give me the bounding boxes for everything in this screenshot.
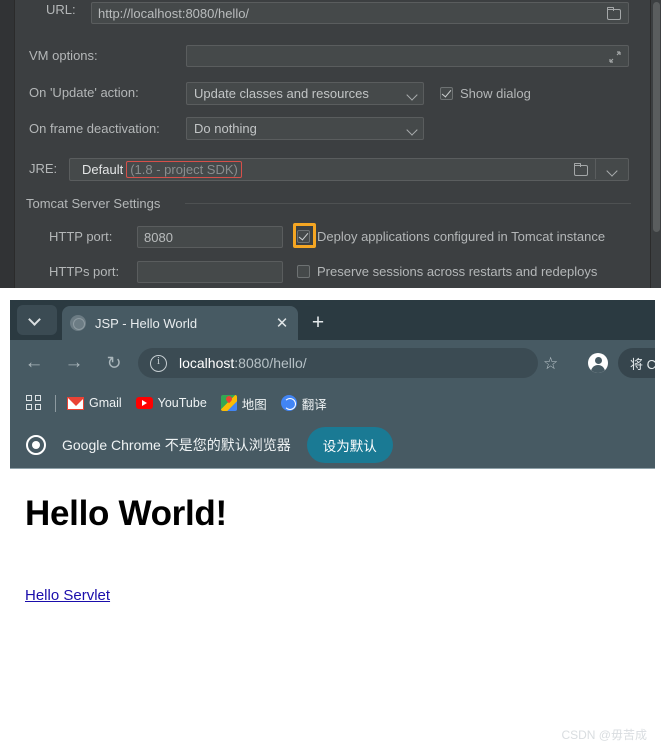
jre-row: JRE: [29,161,57,176]
csdn-watermark: CSDN @毋苦成 [561,728,647,742]
browser-toolbar: ← → ↻ localhost :8080/hello/ ☆ 将 Ch [10,340,655,385]
checkbox-box[interactable] [297,230,310,243]
group-divider-line [185,203,631,204]
chrome-browser-window: JSP - Hello World ✕ + ← → ↻ localhost :8… [10,300,655,750]
bookmark-youtube[interactable]: YouTube [135,396,207,410]
google-translate-icon [280,395,297,411]
https-port-input[interactable] [137,261,283,283]
bookmarks-bar: Gmail YouTube 地图 翻译 [10,385,655,421]
omnibox-path: :8080/hello/ [234,355,307,371]
set-default-pill[interactable]: 将 Ch [618,348,655,378]
frame-deactivation-row: On frame deactivation: [29,121,160,136]
default-browser-infobar: Google Chrome 不是您的默认浏览器 设为默认 [10,421,655,468]
bookmark-label: 地图 [241,397,267,412]
infobar-message: Google Chrome 不是您的默认浏览器 [62,436,291,453]
jre-divider [595,158,596,179]
google-maps-icon [220,395,237,411]
preserve-sessions-checkbox[interactable]: Preserve sessions across restarts and re… [297,264,597,279]
update-action-row: On 'Update' action: [29,85,139,100]
jre-value: Default [82,162,124,177]
browser-tab[interactable]: JSP - Hello World ✕ [62,306,298,340]
bookmark-maps[interactable]: 地图 [220,394,267,413]
jre-label: JRE: [29,161,58,176]
youtube-icon [135,397,153,409]
tab-title: JSP - Hello World [95,315,198,331]
omnibox-host: localhost [179,355,235,371]
jre-sdk-note: (1.8 - project SDK) [126,161,242,178]
update-action-select[interactable]: Update classes and resources [186,82,424,105]
arrow-right-icon[interactable]: → [62,351,86,375]
page-heading: Hello World! [25,494,227,533]
deploy-applications-checkbox[interactable]: Deploy applications configured in Tomcat… [297,229,605,244]
address-bar[interactable]: localhost :8080/hello/ [138,348,538,378]
update-action-value: Update classes and resources [194,86,369,101]
bookmark-translate[interactable]: 翻译 [280,394,327,413]
panel-left-gutter [0,0,14,288]
http-port-input[interactable]: 8080 [137,226,283,248]
jre-input[interactable]: Default (1.8 - project SDK) [69,158,629,181]
tab-search-button[interactable] [17,305,57,335]
expand-icon[interactable] [608,50,622,64]
vm-options-label: VM options: [29,48,98,63]
chrome-logo-icon [26,434,46,455]
window-gap [0,288,661,300]
new-tab-button[interactable]: + [306,312,330,336]
update-action-label: On 'Update' action: [29,85,139,100]
show-dialog-checkbox[interactable]: Show dialog [440,86,531,101]
star-icon[interactable]: ☆ [543,354,558,374]
info-circle-icon[interactable] [150,354,167,372]
chevron-down-icon [28,313,41,326]
show-dialog-label: Show dialog [460,86,531,101]
https-port-row: HTTPs port: [49,264,119,279]
arrow-left-icon[interactable]: ← [22,351,46,375]
url-input[interactable]: http://localhost:8080/hello/ [91,2,629,24]
bookmark-gmail[interactable]: Gmail [67,396,122,410]
chevron-down-icon[interactable] [605,163,619,177]
page-viewport: Hello World! Hello Servlet CSDN @毋苦成 [10,468,655,750]
folder-icon[interactable] [606,7,621,20]
close-icon[interactable]: ✕ [274,316,290,331]
bookmark-label: Gmail [89,396,122,410]
vm-options-row: VM options: [29,48,98,63]
hello-servlet-link[interactable]: Hello Servlet [25,587,110,604]
set-default-button[interactable]: 设为默认 [306,426,393,463]
chevron-down-icon[interactable] [405,87,419,101]
chevron-down-icon[interactable] [405,122,419,136]
url-row: URL: [46,2,76,17]
reload-icon[interactable]: ↻ [102,351,126,375]
frame-deactivation-label: On frame deactivation: [29,121,160,136]
vm-options-input[interactable] [186,45,629,67]
frame-deactivation-value: Do nothing [194,121,257,136]
panel-left-divider [14,0,15,288]
checkbox-box[interactable] [297,265,310,278]
http-port-row: HTTP port: [49,229,112,244]
ide-run-configuration-panel: URL: http://localhost:8080/hello/ VM opt… [0,0,661,288]
bookmark-label: YouTube [157,396,207,410]
folder-icon[interactable] [573,163,588,176]
checkbox-box[interactable] [440,87,453,100]
apps-grid-icon[interactable] [26,394,43,412]
panel-scrollbar-thumb[interactable] [653,2,660,232]
frame-deactivation-select[interactable]: Do nothing [186,117,424,140]
http-port-label: HTTP port: [49,229,113,244]
https-port-label: HTTPs port: [49,264,120,279]
panel-scrollbar-track[interactable] [651,0,661,288]
http-port-value: 8080 [144,229,173,245]
globe-icon [70,315,86,331]
deploy-applications-label: Deploy applications configured in Tomcat… [317,229,606,244]
tab-strip: JSP - Hello World ✕ + [10,300,655,340]
url-label: URL: [46,2,76,17]
gmail-icon [67,396,84,410]
bookmark-label: 翻译 [301,397,327,412]
url-value: http://localhost:8080/hello/ [98,5,250,21]
bookmarks-separator [55,394,56,412]
preserve-sessions-label: Preserve sessions across restarts and re… [317,264,598,279]
tomcat-settings-group-title: Tomcat Server Settings [26,196,161,211]
profile-avatar-icon[interactable] [588,353,608,373]
